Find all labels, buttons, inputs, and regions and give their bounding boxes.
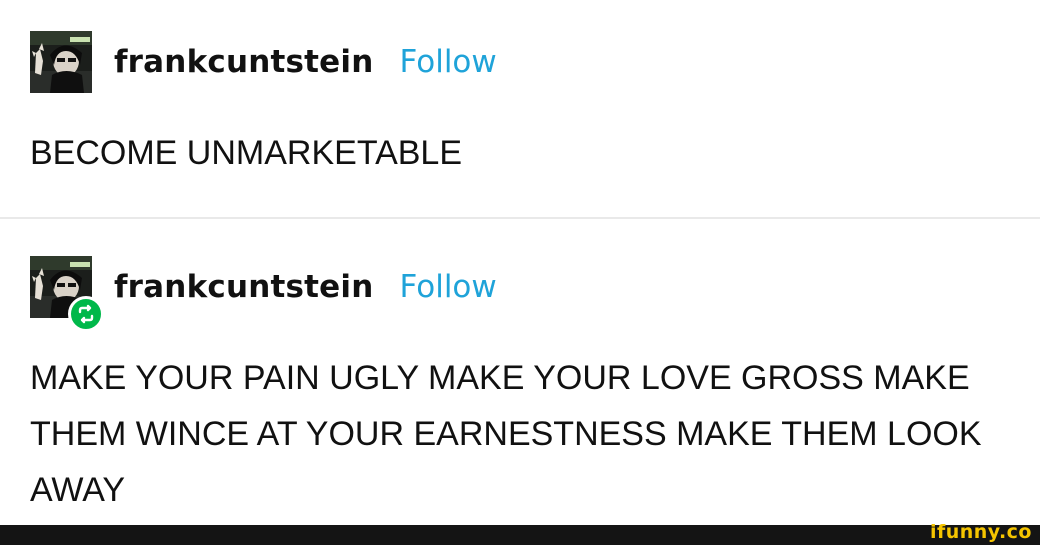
- post-text: BECOME UNMARKETABLE: [30, 134, 463, 172]
- post: frankcuntstein Follow BECOME UNMARKETABL…: [0, 0, 1040, 218]
- follow-button[interactable]: Follow: [400, 44, 497, 80]
- post-header: frankcuntstein Follow: [30, 255, 497, 332]
- post-divider: [0, 217, 1040, 219]
- username[interactable]: frankcuntstein: [114, 44, 374, 80]
- username[interactable]: frankcuntstein: [114, 269, 374, 305]
- watermark-bar: ifunny.co: [0, 521, 1040, 545]
- follow-button[interactable]: Follow: [400, 269, 497, 305]
- post: frankcuntstein Follow MAKE YOUR PAIN UGL…: [0, 220, 1040, 525]
- avatar-icon[interactable]: [30, 31, 92, 93]
- post-header: frankcuntstein Follow: [30, 30, 497, 94]
- post-text: MAKE YOUR PAIN UGLY MAKE YOUR LOVE GROSS…: [30, 359, 982, 509]
- watermark-logo: ifunny.co: [929, 521, 1032, 543]
- reblog-icon: [68, 296, 104, 332]
- avatar-icon[interactable]: [30, 256, 104, 332]
